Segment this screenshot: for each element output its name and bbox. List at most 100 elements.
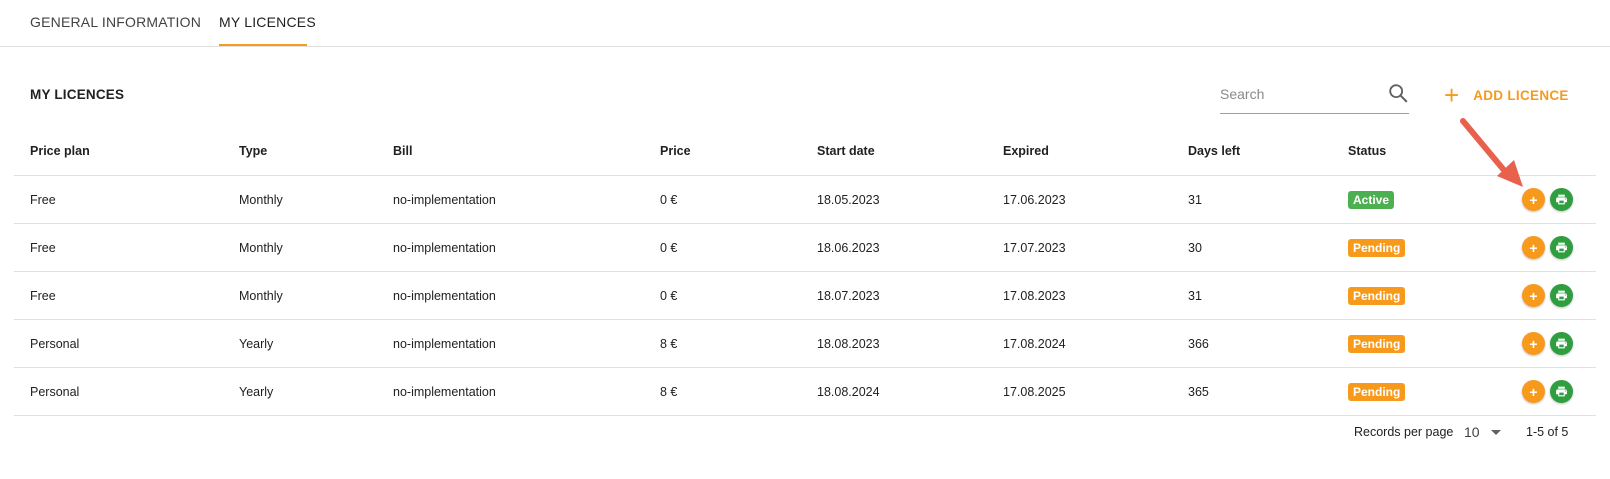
- bill-cell: no-implementation: [393, 192, 496, 207]
- days-left-cell: 366: [1188, 336, 1209, 351]
- type-cell: Yearly: [239, 336, 274, 351]
- status-badge: Pending: [1348, 286, 1406, 305]
- days-left-cell: 365: [1188, 384, 1209, 399]
- type-cell: Monthly: [239, 288, 283, 303]
- tab-bar: GENERAL INFORMATION MY LICENCES: [0, 0, 1610, 47]
- status-cell: Pending: [1348, 320, 1406, 367]
- bill-cell: no-implementation: [393, 240, 496, 255]
- status-cell: Active: [1348, 176, 1395, 223]
- price-plan-cell: Free: [30, 240, 56, 255]
- expired-cell: 17.08.2024: [1003, 336, 1066, 351]
- print-icon: [1556, 290, 1567, 301]
- table-row: Personal Yearly no-implementation 8 € 18…: [14, 368, 1596, 416]
- records-per-page-label: Records per page: [1354, 425, 1454, 439]
- column-header-start-date[interactable]: Start date: [817, 127, 875, 175]
- print-icon: [1556, 386, 1567, 397]
- start-date-cell: 18.05.2023: [817, 192, 880, 207]
- active-tab-indicator: [219, 44, 307, 46]
- price-cell: 0 €: [660, 192, 678, 207]
- table-row: Personal Yearly no-implementation 8 € 18…: [14, 320, 1596, 368]
- status-cell: Pending: [1348, 368, 1406, 415]
- add-row-button[interactable]: +: [1522, 332, 1545, 355]
- print-icon: [1556, 194, 1567, 205]
- type-cell: Yearly: [239, 384, 274, 399]
- column-header-price-plan[interactable]: Price plan: [30, 127, 90, 175]
- status-cell: Pending: [1348, 272, 1406, 319]
- table-header-row: Price plan Type Bill Price Start date Ex…: [14, 127, 1596, 176]
- tab-general-information[interactable]: GENERAL INFORMATION: [30, 14, 201, 30]
- days-left-cell: 30: [1188, 240, 1202, 255]
- print-button[interactable]: [1550, 332, 1573, 355]
- price-plan-cell: Personal: [30, 336, 80, 351]
- price-plan-cell: Free: [30, 192, 56, 207]
- row-actions: +: [1522, 188, 1573, 211]
- add-licence-label: ADD LICENCE: [1473, 87, 1569, 103]
- plus-icon: +: [1529, 287, 1538, 304]
- days-left-cell: 31: [1188, 288, 1202, 303]
- plus-icon: +: [1529, 239, 1538, 256]
- table-row: Free Monthly no-implementation 0 € 18.05…: [14, 176, 1596, 224]
- column-header-bill[interactable]: Bill: [393, 127, 412, 175]
- print-button[interactable]: [1550, 188, 1573, 211]
- status-badge: Pending: [1348, 334, 1406, 353]
- chevron-down-icon[interactable]: [1491, 430, 1501, 435]
- status-badge: Pending: [1348, 238, 1406, 257]
- row-actions: +: [1522, 284, 1573, 307]
- plus-icon: +: [1529, 191, 1538, 208]
- bill-cell: no-implementation: [393, 336, 496, 351]
- status-badge: Active: [1348, 190, 1395, 209]
- type-cell: Monthly: [239, 240, 283, 255]
- days-left-cell: 31: [1188, 192, 1202, 207]
- column-header-days-left[interactable]: Days left: [1188, 127, 1240, 175]
- status-badge: Pending: [1348, 382, 1406, 401]
- plus-icon: +: [1529, 383, 1538, 400]
- print-button[interactable]: [1550, 236, 1573, 259]
- records-per-page-select[interactable]: 10: [1464, 420, 1480, 444]
- column-header-status[interactable]: Status: [1348, 127, 1386, 175]
- add-row-button[interactable]: +: [1522, 380, 1545, 403]
- print-icon: [1556, 338, 1567, 349]
- expired-cell: 17.08.2025: [1003, 384, 1066, 399]
- type-cell: Monthly: [239, 192, 283, 207]
- status-cell: Pending: [1348, 224, 1406, 271]
- print-button[interactable]: [1550, 380, 1573, 403]
- price-cell: 0 €: [660, 288, 678, 303]
- expired-cell: 17.07.2023: [1003, 240, 1066, 255]
- row-actions: +: [1522, 236, 1573, 259]
- print-button[interactable]: [1550, 284, 1573, 307]
- expired-cell: 17.08.2023: [1003, 288, 1066, 303]
- table-row: Free Monthly no-implementation 0 € 18.06…: [14, 224, 1596, 272]
- pagination-range: 1-5 of 5: [1526, 425, 1569, 439]
- print-icon: [1556, 242, 1567, 253]
- bill-cell: no-implementation: [393, 384, 496, 399]
- search-input[interactable]: [1220, 84, 1370, 104]
- price-plan-cell: Personal: [30, 384, 80, 399]
- price-cell: 8 €: [660, 384, 678, 399]
- row-actions: +: [1522, 380, 1573, 403]
- start-date-cell: 18.08.2023: [817, 336, 880, 351]
- start-date-cell: 18.07.2023: [817, 288, 880, 303]
- start-date-cell: 18.08.2024: [817, 384, 880, 399]
- add-licence-button[interactable]: + ADD LICENCE: [1444, 80, 1569, 110]
- row-actions: +: [1522, 332, 1573, 355]
- search-field[interactable]: [1220, 78, 1409, 114]
- plus-icon: +: [1529, 335, 1538, 352]
- table-row: Free Monthly no-implementation 0 € 18.07…: [14, 272, 1596, 320]
- search-icon[interactable]: [1387, 82, 1409, 104]
- tab-my-licences[interactable]: MY LICENCES: [219, 14, 316, 30]
- column-header-price[interactable]: Price: [660, 127, 691, 175]
- add-row-button[interactable]: +: [1522, 236, 1545, 259]
- start-date-cell: 18.06.2023: [817, 240, 880, 255]
- price-cell: 8 €: [660, 336, 678, 351]
- bill-cell: no-implementation: [393, 288, 496, 303]
- add-row-button[interactable]: +: [1522, 284, 1545, 307]
- licences-table: Price plan Type Bill Price Start date Ex…: [14, 127, 1596, 416]
- plus-icon: +: [1444, 80, 1460, 110]
- expired-cell: 17.06.2023: [1003, 192, 1066, 207]
- add-row-button[interactable]: +: [1522, 188, 1545, 211]
- column-header-expired[interactable]: Expired: [1003, 127, 1049, 175]
- price-cell: 0 €: [660, 240, 678, 255]
- price-plan-cell: Free: [30, 288, 56, 303]
- column-header-type[interactable]: Type: [239, 127, 267, 175]
- section-title: MY LICENCES: [30, 87, 125, 102]
